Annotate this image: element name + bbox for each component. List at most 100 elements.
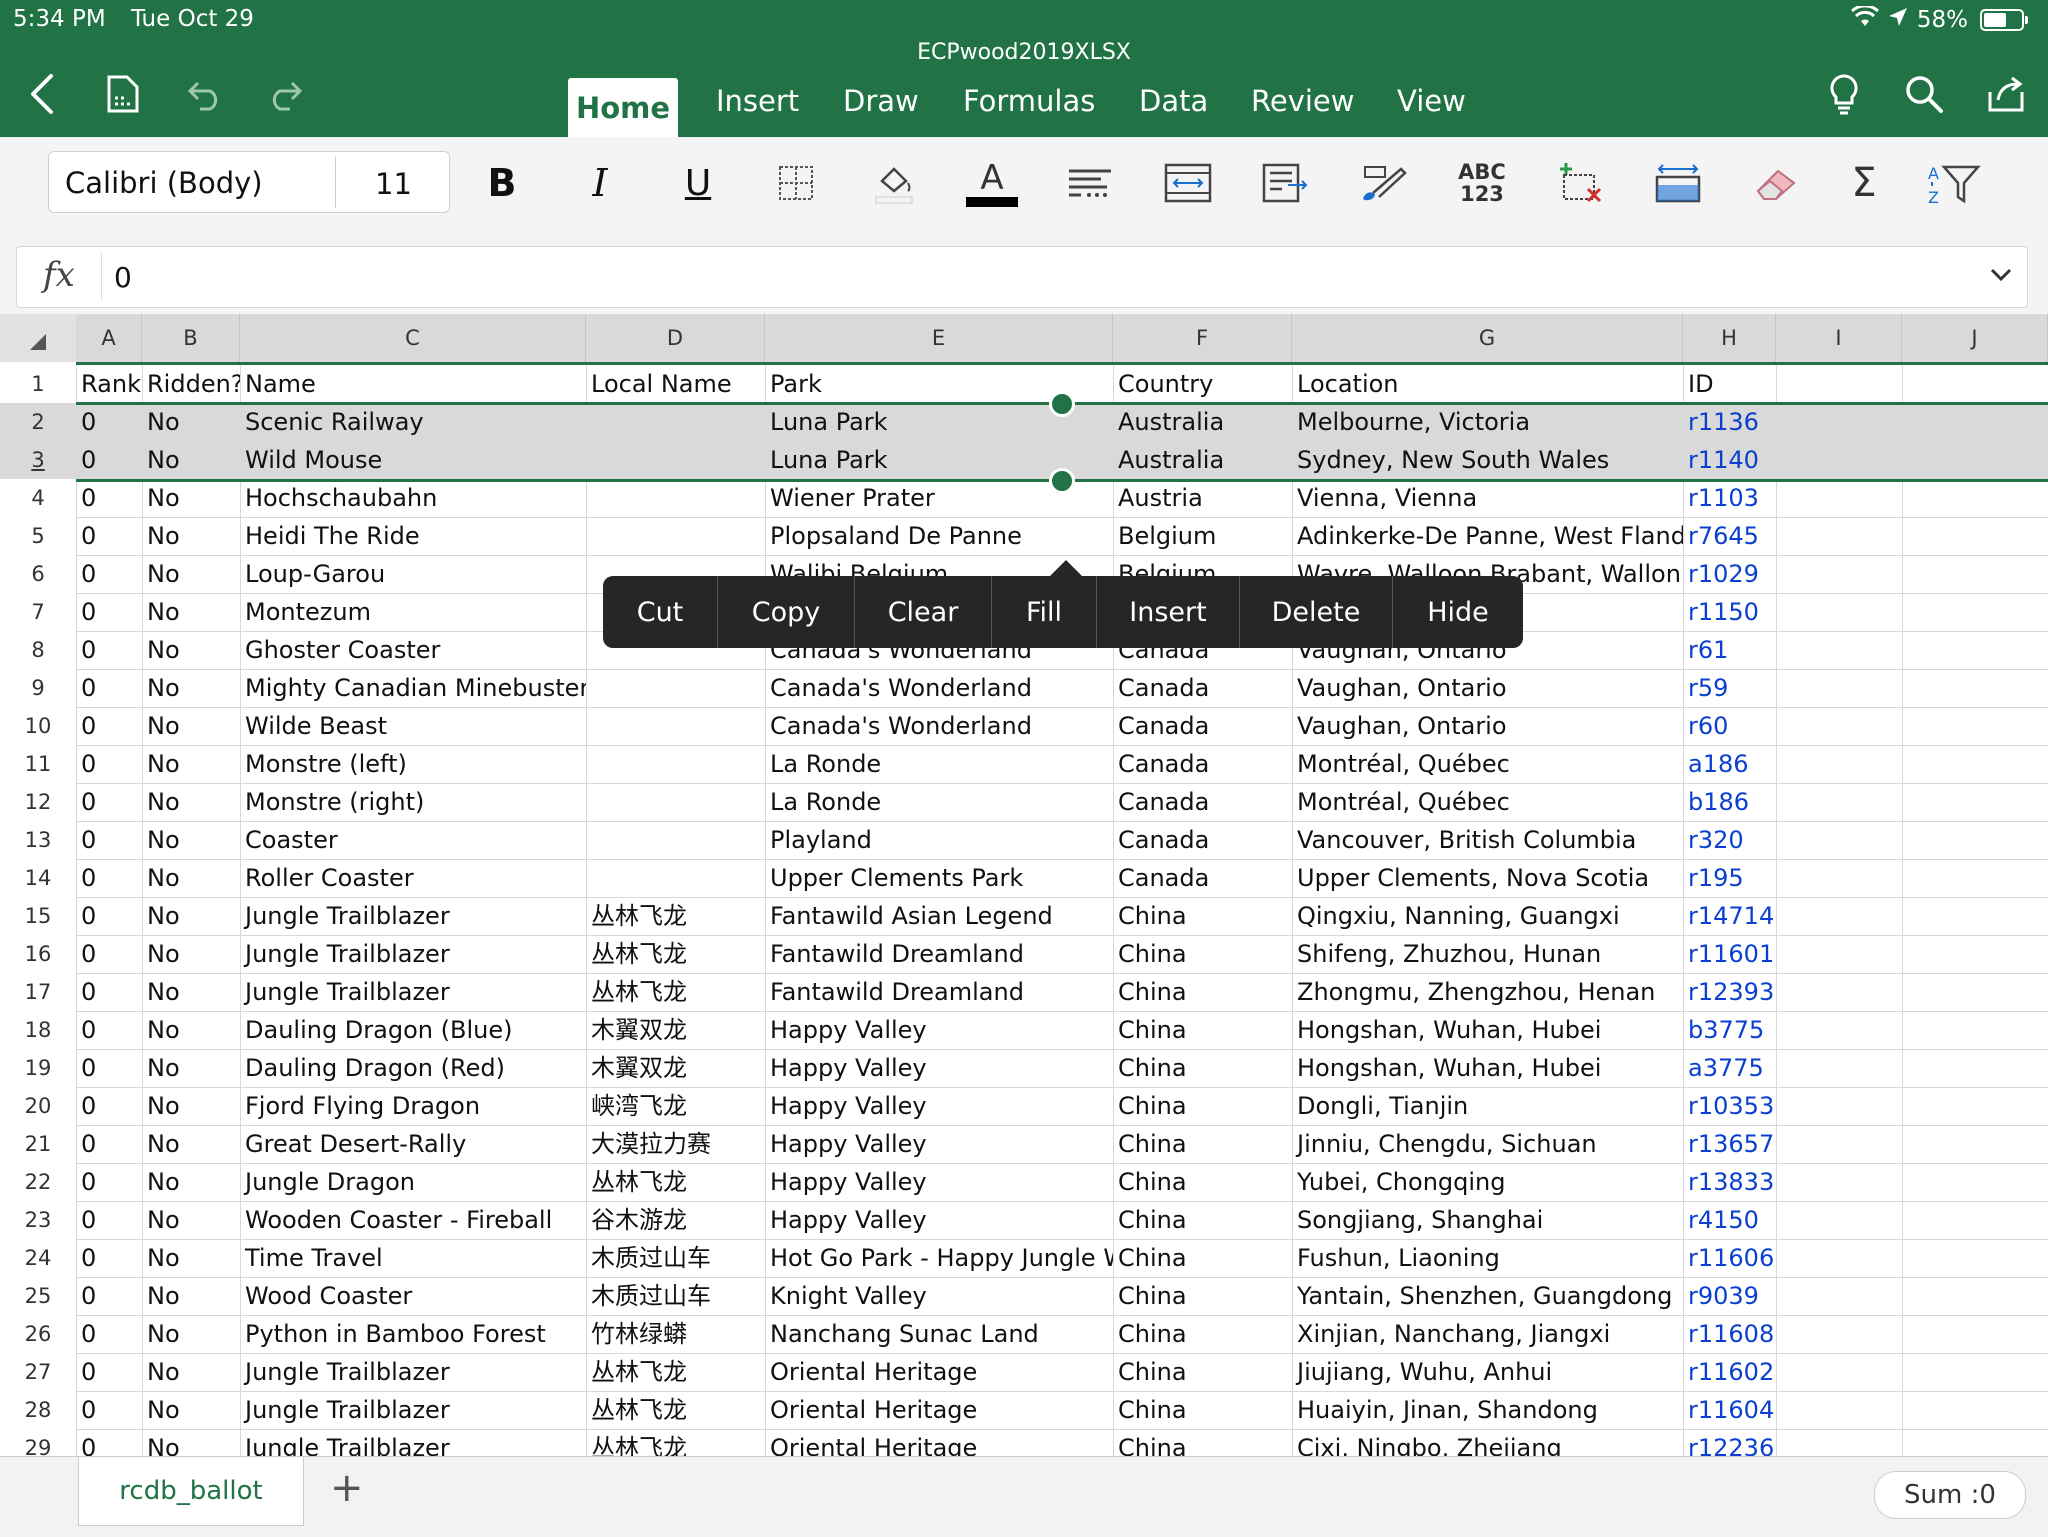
- cell-c3[interactable]: Wild Mouse: [240, 441, 586, 479]
- cell-e18[interactable]: Happy Valley: [765, 1011, 1113, 1049]
- cell-d14[interactable]: [586, 859, 765, 897]
- cell-b29[interactable]: No: [142, 1429, 240, 1456]
- cell-a22[interactable]: 0: [76, 1163, 142, 1201]
- cell-c14[interactable]: Roller Coaster: [240, 859, 586, 897]
- cell-f5[interactable]: Belgium: [1113, 517, 1292, 555]
- column-header-j[interactable]: J: [1902, 314, 2048, 362]
- cell-a26[interactable]: 0: [76, 1315, 142, 1353]
- cell-i8[interactable]: [1776, 631, 1902, 669]
- cell-j4[interactable]: [1902, 479, 2048, 517]
- cell-f18[interactable]: China: [1113, 1011, 1292, 1049]
- cell-d12[interactable]: [586, 783, 765, 821]
- cell-c26[interactable]: Python in Bamboo Forest: [240, 1315, 586, 1353]
- cell-a8[interactable]: 0: [76, 631, 142, 669]
- font-name[interactable]: Calibri (Body): [65, 166, 263, 200]
- column-header-e[interactable]: E: [765, 314, 1113, 362]
- cell-d27[interactable]: 丛林飞龙: [586, 1353, 765, 1391]
- cell-f19[interactable]: China: [1113, 1049, 1292, 1087]
- cell-f3[interactable]: Australia: [1113, 441, 1292, 479]
- cell-d1[interactable]: Local Name: [586, 365, 765, 403]
- cell-c16[interactable]: Jungle Trailblazer: [240, 935, 586, 973]
- cell-b9[interactable]: No: [142, 669, 240, 707]
- cell-b21[interactable]: No: [142, 1125, 240, 1163]
- sheet-tab-rcdb-ballot[interactable]: rcdb_ballot: [78, 1457, 304, 1526]
- cell-b16[interactable]: No: [142, 935, 240, 973]
- cell-h11[interactable]: a186: [1683, 745, 1776, 783]
- cell-b2[interactable]: No: [142, 403, 240, 441]
- cell-a1[interactable]: Rank: [76, 365, 142, 403]
- row-header[interactable]: 12: [0, 783, 76, 821]
- cell-h26[interactable]: r11608: [1683, 1315, 1776, 1353]
- cell-g2[interactable]: Melbourne, Victoria: [1292, 403, 1683, 441]
- cell-g1[interactable]: Location: [1292, 365, 1683, 403]
- cell-e29[interactable]: Oriental Heritage: [765, 1429, 1113, 1456]
- cell-c2[interactable]: Scenic Railway: [240, 403, 586, 441]
- cell-f28[interactable]: China: [1113, 1391, 1292, 1429]
- cell-g28[interactable]: Huaiyin, Jinan, Shandong: [1292, 1391, 1683, 1429]
- cell-g17[interactable]: Zhongmu, Zhengzhou, Henan: [1292, 973, 1683, 1011]
- selection-handle-top[interactable]: [1049, 391, 1075, 417]
- cell-j10[interactable]: [1902, 707, 2048, 745]
- context-menu-copy[interactable]: Copy: [718, 576, 855, 648]
- row-header[interactable]: 11: [0, 745, 76, 783]
- cell-b10[interactable]: No: [142, 707, 240, 745]
- cell-i2[interactable]: [1776, 403, 1902, 441]
- cell-h16[interactable]: r11601: [1683, 935, 1776, 973]
- column-header-i[interactable]: I: [1776, 314, 1902, 362]
- cell-j23[interactable]: [1902, 1201, 2048, 1239]
- underline-button[interactable]: U: [668, 155, 728, 211]
- cell-a2[interactable]: 0: [76, 403, 142, 441]
- cell-i5[interactable]: [1776, 517, 1902, 555]
- cell-f23[interactable]: China: [1113, 1201, 1292, 1239]
- cell-h7[interactable]: r1150: [1683, 593, 1776, 631]
- cell-c12[interactable]: Monstre (right): [240, 783, 586, 821]
- row-header[interactable]: 8: [0, 631, 76, 669]
- cell-c18[interactable]: Dauling Dragon (Blue): [240, 1011, 586, 1049]
- cell-i12[interactable]: [1776, 783, 1902, 821]
- cell-f20[interactable]: China: [1113, 1087, 1292, 1125]
- cell-f4[interactable]: Austria: [1113, 479, 1292, 517]
- cell-e13[interactable]: Playland: [765, 821, 1113, 859]
- font-picker[interactable]: Calibri (Body) 11: [48, 151, 450, 213]
- cell-d2[interactable]: [586, 403, 765, 441]
- function-icon[interactable]: fx: [43, 255, 75, 295]
- row-header[interactable]: 25: [0, 1277, 76, 1315]
- cell-c19[interactable]: Dauling Dragon (Red): [240, 1049, 586, 1087]
- context-menu-insert[interactable]: Insert: [1097, 576, 1240, 648]
- cell-b28[interactable]: No: [142, 1391, 240, 1429]
- column-header-b[interactable]: B: [142, 314, 240, 362]
- row-header[interactable]: 15: [0, 897, 76, 935]
- cell-d25[interactable]: 木质过山车: [586, 1277, 765, 1315]
- cell-h12[interactable]: b186: [1683, 783, 1776, 821]
- cell-i27[interactable]: [1776, 1353, 1902, 1391]
- cell-g29[interactable]: Cixi, Ningbo, Zhejiang: [1292, 1429, 1683, 1456]
- row-header[interactable]: 21: [0, 1125, 76, 1163]
- cell-b27[interactable]: No: [142, 1353, 240, 1391]
- cell-f15[interactable]: China: [1113, 897, 1292, 935]
- cell-c10[interactable]: Wilde Beast: [240, 707, 586, 745]
- cell-d23[interactable]: 谷木游龙: [586, 1201, 765, 1239]
- cell-h22[interactable]: r13833: [1683, 1163, 1776, 1201]
- cell-g4[interactable]: Vienna, Vienna: [1292, 479, 1683, 517]
- cell-i11[interactable]: [1776, 745, 1902, 783]
- add-sheet-button[interactable]: +: [330, 1465, 364, 1511]
- cell-h9[interactable]: r59: [1683, 669, 1776, 707]
- cell-a27[interactable]: 0: [76, 1353, 142, 1391]
- delete-cells-icon[interactable]: [1550, 155, 1610, 211]
- cell-a23[interactable]: 0: [76, 1201, 142, 1239]
- cell-g20[interactable]: Dongli, Tianjin: [1292, 1087, 1683, 1125]
- cell-c7[interactable]: Montezum: [240, 593, 586, 631]
- cell-a17[interactable]: 0: [76, 973, 142, 1011]
- cell-b17[interactable]: No: [142, 973, 240, 1011]
- row-header[interactable]: 5: [0, 517, 76, 555]
- tab-formulas[interactable]: Formulas: [963, 84, 1095, 118]
- cell-h5[interactable]: r7645: [1683, 517, 1776, 555]
- cell-e25[interactable]: Knight Valley: [765, 1277, 1113, 1315]
- cell-f11[interactable]: Canada: [1113, 745, 1292, 783]
- tab-data[interactable]: Data: [1139, 84, 1208, 118]
- autosum-button[interactable]: Σ: [1834, 155, 1894, 211]
- number-format-button[interactable]: ABC 123: [1452, 155, 1512, 211]
- cell-d11[interactable]: [586, 745, 765, 783]
- cell-e28[interactable]: Oriental Heritage: [765, 1391, 1113, 1429]
- share-icon[interactable]: [1982, 70, 2030, 118]
